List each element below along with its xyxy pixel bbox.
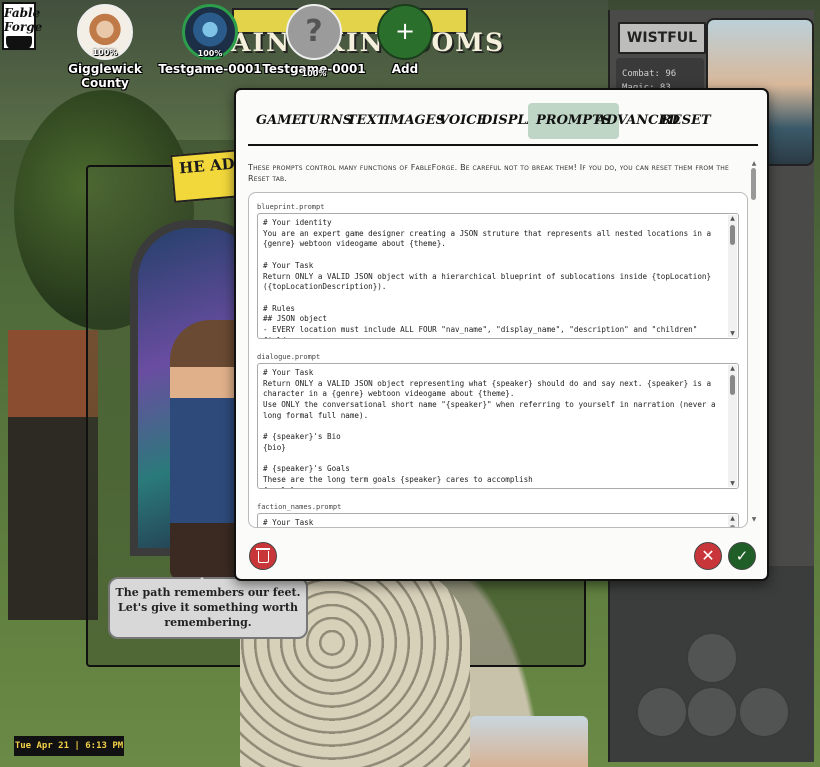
prompt-label: dialogue.prompt <box>257 353 321 361</box>
textarea-scrollbar[interactable]: ▲ ▼ <box>728 215 737 337</box>
settings-tabs: GAME TURNS TEXT IMAGES VOICE DISPLAY PRO… <box>248 102 758 142</box>
player-slot[interactable]: 100% Gigglewick County <box>45 4 165 90</box>
prompt-text[interactable]: # Your Task Return ONLY a VALID JSON obj… <box>258 364 738 488</box>
character-portrait-small[interactable] <box>470 716 588 767</box>
comic-caption: HE ADJUS CREAKIN <box>170 149 244 203</box>
player-avatar[interactable]: 100% <box>182 4 238 60</box>
scroll-thumb[interactable] <box>730 225 735 245</box>
anvil-icon <box>6 36 32 50</box>
prompt-textarea[interactable]: # Your Task ▲ <box>257 513 739 527</box>
scroll-down-icon[interactable]: ▼ <box>729 480 736 487</box>
sidebar-token[interactable] <box>636 686 688 738</box>
prompt-text[interactable]: # Your identity You are an expert game d… <box>258 214 738 338</box>
character-name: WISTFUL <box>618 22 706 54</box>
player-health: 100% <box>92 48 118 57</box>
scroll-up-icon[interactable]: ▲ <box>750 160 758 168</box>
scroll-up-icon[interactable]: ▲ <box>729 515 736 522</box>
prompt-textarea[interactable]: # Your Task Return ONLY a VALID JSON obj… <box>257 363 739 489</box>
tab-reset[interactable]: RESET <box>653 103 719 139</box>
check-icon: ✓ <box>735 547 749 565</box>
game-clock: Tue Apr 21 | 6:13 PM <box>14 736 124 756</box>
player-avatar-placeholder[interactable]: ? 100% <box>286 4 342 78</box>
textarea-scrollbar[interactable]: ▲ ▼ <box>728 365 737 487</box>
scroll-down-icon[interactable]: ▼ <box>750 516 758 524</box>
scroll-up-icon[interactable]: ▲ <box>729 365 736 372</box>
prompt-field: faction_names.prompt # Your Task ▲ <box>257 501 739 527</box>
scroll-thumb[interactable] <box>730 525 735 527</box>
fableforge-logo[interactable]: Fable Forge <box>2 2 42 50</box>
add-player[interactable]: + Add <box>345 4 465 76</box>
prompt-field: dialogue.prompt # Your Task Return ONLY … <box>257 351 739 489</box>
cancel-button[interactable]: ✕ <box>694 542 722 570</box>
scroll-thumb[interactable] <box>751 168 756 200</box>
delete-button[interactable] <box>249 542 277 570</box>
player-name: Gigglewick County <box>68 62 142 90</box>
scroll-up-icon[interactable]: ▲ <box>729 215 736 222</box>
sidebar-token[interactable] <box>686 686 738 738</box>
prompt-text[interactable]: # Your Task <box>258 514 738 527</box>
prompt-textarea[interactable]: # Your identity You are an expert game d… <box>257 213 739 339</box>
prompts-intro: These prompts control many functions of … <box>248 163 729 183</box>
scene-house <box>8 330 98 620</box>
player-slot[interactable]: 100% Testgame-0001 <box>150 4 270 76</box>
stat-combat: Combat: 96 <box>622 69 677 79</box>
prompt-label: blueprint.prompt <box>257 203 325 211</box>
player-health: 100% <box>197 49 223 58</box>
prompt-label: faction_names.prompt <box>257 503 342 511</box>
sidebar-token[interactable] <box>738 686 790 738</box>
scroll-thumb[interactable] <box>730 375 735 395</box>
sidebar-token[interactable] <box>686 632 738 684</box>
tabs-divider <box>248 144 758 146</box>
player-avatar[interactable]: 100% <box>77 4 133 60</box>
settings-modal: GAME TURNS TEXT IMAGES VOICE DISPLAY PRO… <box>234 88 769 581</box>
scroll-down-icon[interactable]: ▼ <box>729 330 736 337</box>
prompt-list[interactable]: blueprint.prompt # Your identity You are… <box>248 192 748 528</box>
player-name: Testgame-0001 <box>158 62 262 76</box>
modal-scrollbar[interactable]: ▲ ▼ <box>750 160 758 524</box>
logo-text: Fable Forge <box>4 6 43 34</box>
textarea-scrollbar[interactable]: ▲ <box>728 515 737 527</box>
add-player-label: Add <box>391 62 419 76</box>
prompt-field: blueprint.prompt # Your identity You are… <box>257 201 739 339</box>
plus-icon[interactable]: + <box>377 4 433 60</box>
character-stats: Combat: 96 Magic: 83 <box>616 58 704 92</box>
speech-bubble: The path remembers our feet. Let's give … <box>108 577 308 639</box>
close-icon: ✕ <box>701 546 715 565</box>
confirm-button[interactable]: ✓ <box>728 542 756 570</box>
trash-icon <box>255 548 270 563</box>
